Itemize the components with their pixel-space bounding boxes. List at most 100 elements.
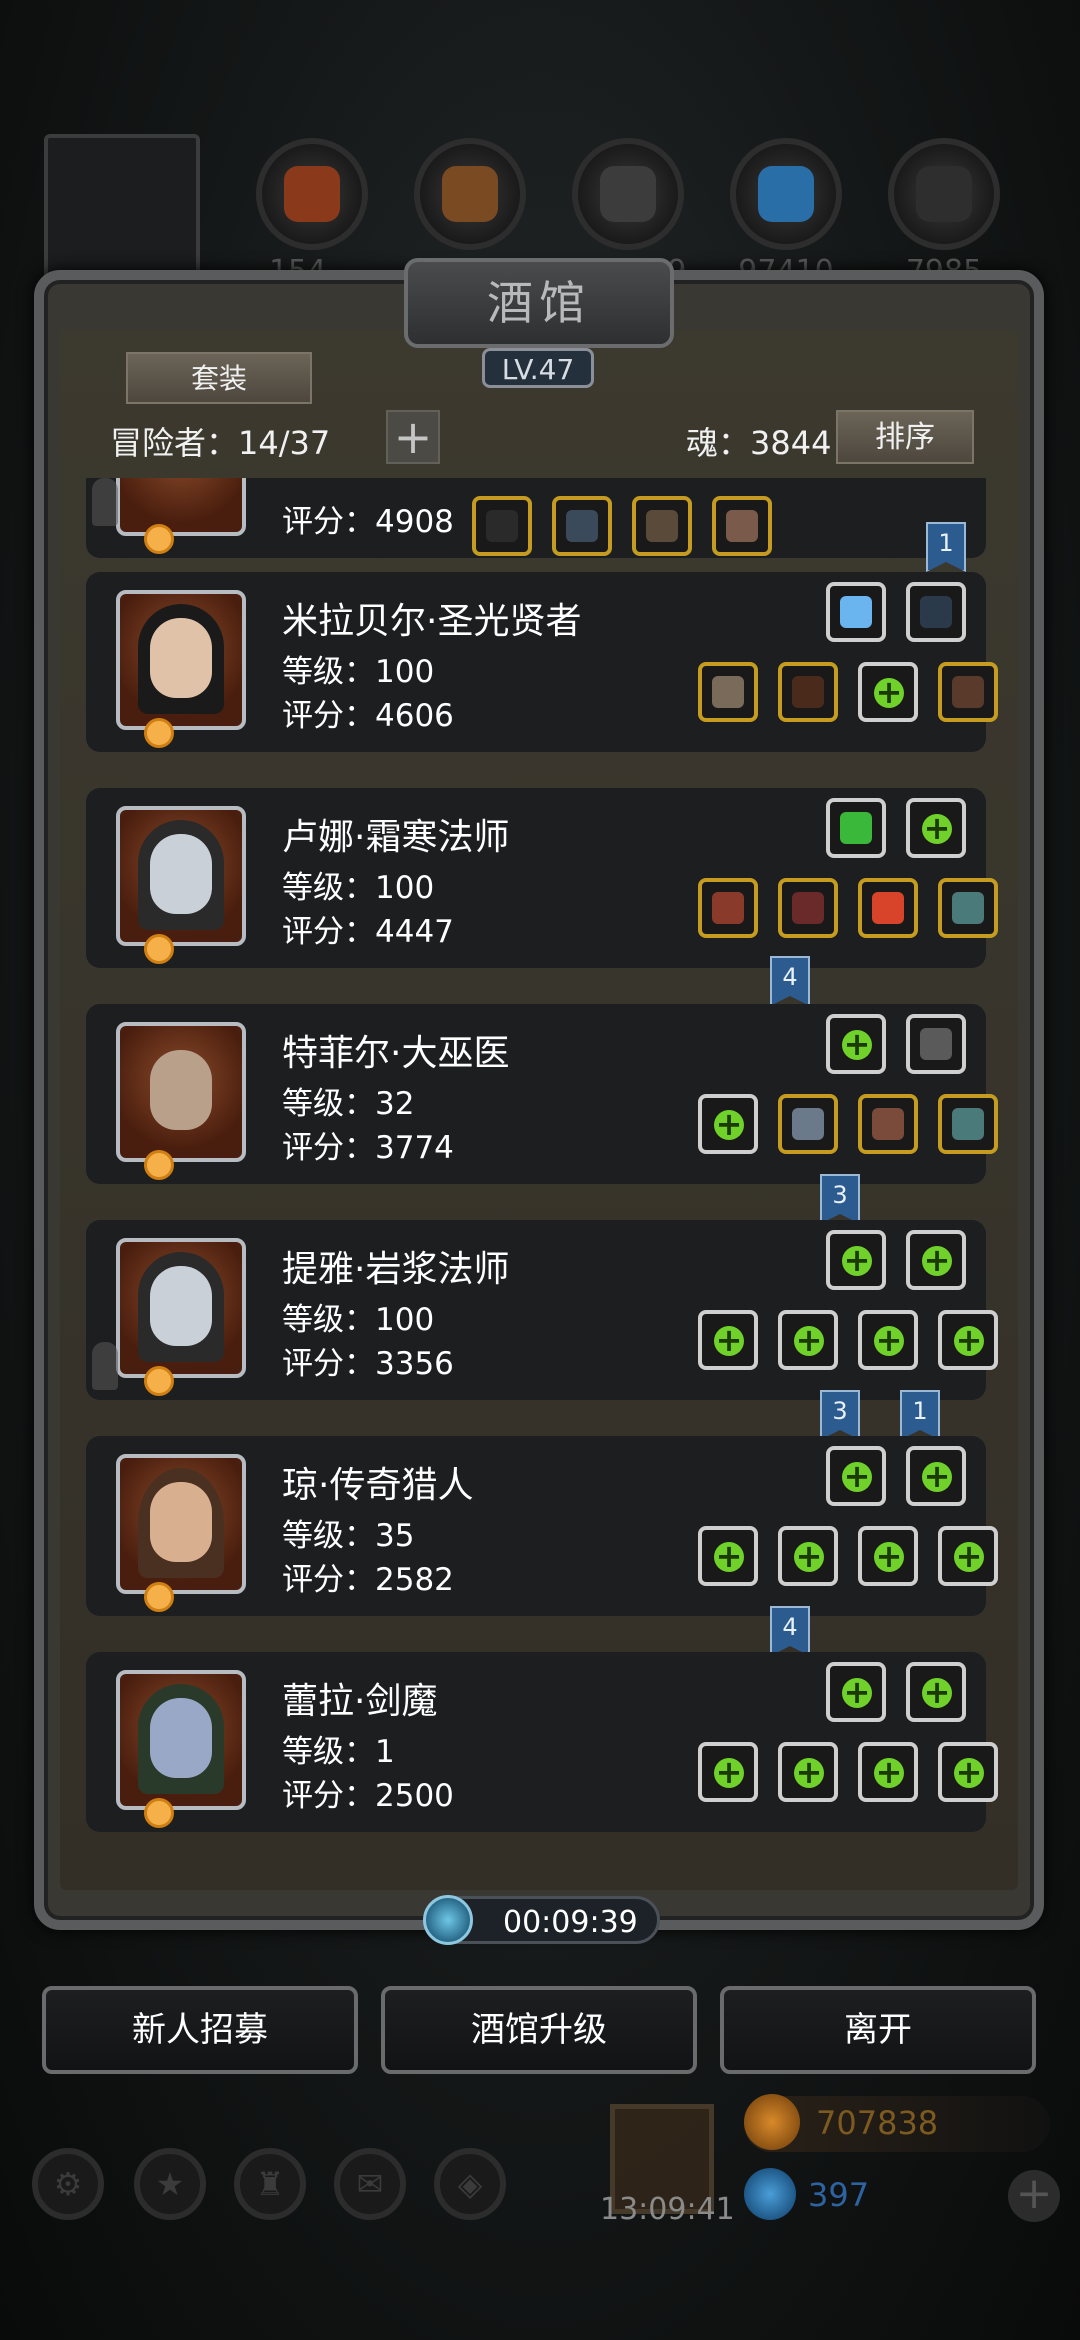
hero-name: 提雅·岩浆法师 [282,1249,510,1290]
equip-slot-empty[interactable]: + [858,1742,918,1802]
hero-card[interactable]: 特菲尔·大巫医 等级：32 评分：3774 + + [86,1004,998,1184]
equip-slot[interactable] [858,878,918,938]
equip-slot[interactable] [778,1094,838,1154]
skill-slot[interactable] [826,798,886,858]
running-figure-icon [92,1342,118,1390]
upgrade-tavern-button[interactable]: 酒馆升级 [381,1986,697,2074]
gift-timer: 13:09:41 [600,2192,735,2227]
leave-button[interactable]: 离开 [720,1986,1036,2074]
star-icon[interactable]: ★ [134,2148,206,2220]
equip-slot-empty[interactable]: + [938,1742,998,1802]
hero-level: 等级：100 [282,870,435,906]
equip-slot-empty[interactable]: + [698,1526,758,1586]
hero-card[interactable]: 米拉贝尔·圣光贤者 等级：100 评分：4606 + [86,572,998,752]
hero-rank-badge [144,1798,174,1828]
hero-score: 评分：3774 [282,1130,454,1166]
equip-slot-empty[interactable]: + [698,1310,758,1370]
equip-slot-empty[interactable]: + [938,1526,998,1586]
gold-amount: 707838 [816,2104,939,2142]
equip-slot-empty[interactable]: + [858,1310,918,1370]
equip-slot[interactable] [858,1094,918,1154]
skill-slot[interactable] [906,1014,966,1074]
hero-card-partial[interactable]: 评分：4908 [86,478,986,558]
equip-slot[interactable] [472,496,532,556]
skill-slot-empty[interactable]: + [826,1014,886,1074]
hero-level: 等级：100 [282,1302,435,1338]
skill-slot-empty[interactable]: + [906,798,966,858]
add-currency-button[interactable]: + [1008,2170,1060,2222]
hero-rank-badge [144,1150,174,1180]
hero-score: 评分：2582 [282,1562,454,1598]
equip-slot[interactable] [552,496,612,556]
tavern-level-badge: LV.47 [482,348,594,388]
timer-text: 00:09:39 [503,1905,638,1940]
hero-card[interactable]: 提雅·岩浆法师 等级：100 评分：3356 + + + + + + [86,1220,998,1400]
equip-slot-empty[interactable]: + [778,1526,838,1586]
skill-slot-empty[interactable]: + [826,1662,886,1722]
equip-slot[interactable] [632,496,692,556]
equip-slot[interactable] [938,662,998,722]
clock-icon [423,1895,473,1945]
hero-portrait [116,1238,246,1378]
skill-slot[interactable] [906,582,966,642]
wood-resource-icon [414,138,526,250]
skill-slot-empty[interactable]: + [906,1230,966,1290]
equip-count-flag: 4 [770,1606,810,1656]
hero-score: 评分：4447 [282,914,454,950]
equip-slot[interactable] [712,496,772,556]
equip-slot-empty[interactable]: + [698,1094,758,1154]
hero-level: 等级：1 [282,1734,395,1770]
equip-slot-empty[interactable]: + [858,662,918,722]
equip-slot-empty[interactable]: + [858,1526,918,1586]
castle-icon[interactable]: ♜ [234,2148,306,2220]
outfit-button[interactable]: 套装 [126,352,312,404]
skill-slot-empty[interactable]: + [906,1446,966,1506]
equip-slot[interactable] [938,1094,998,1154]
hero-level: 等级：100 [282,654,435,690]
skill-slot[interactable] [826,582,886,642]
hero-card[interactable]: 卢娜·霜寒法师 等级：100 评分：4447 + [86,788,998,968]
mail-icon[interactable]: ✉ [334,2148,406,2220]
equip-slot[interactable] [778,662,838,722]
hero-name: 卢娜·霜寒法师 [282,817,510,858]
hero-card[interactable]: 蕾拉·剑魔 等级：1 评分：2500 + + + + + + [86,1652,998,1832]
skill-slot-empty[interactable]: + [826,1230,886,1290]
hero-portrait [116,806,246,946]
hero-rank-badge [144,718,174,748]
hero-level: 等级：35 [282,1518,415,1554]
hero-rank-badge [144,934,174,964]
hero-name: 琼·传奇猎人 [282,1465,474,1506]
equip-slot[interactable] [778,878,838,938]
hero-list[interactable]: 评分：4908 1 米拉贝尔·圣光贤者 等级：100 评分：4606 + 卢娜·… [34,478,1044,1858]
sort-button[interactable]: 排序 [836,410,974,464]
hero-rank-badge [144,1366,174,1396]
equip-count-flag: 3 [820,1390,860,1440]
ore-resource-icon [572,138,684,250]
hero-portrait [116,478,246,536]
equip-count-flag: 1 [900,1390,940,1440]
skill-slot-empty[interactable]: + [826,1446,886,1506]
hero-score: 评分：4606 [282,698,454,734]
recruit-button[interactable]: 新人招募 [42,1986,358,2074]
hero-card[interactable]: 琼·传奇猎人 等级：35 评分：2582 + + + + + + [86,1436,998,1616]
equip-slot[interactable] [938,878,998,938]
hero-portrait [116,1454,246,1594]
equip-slot[interactable] [698,662,758,722]
equip-slot-empty[interactable]: + [778,1310,838,1370]
hero-portrait [116,1670,246,1810]
iron-resource-icon [888,138,1000,250]
add-adventurer-button[interactable]: + [386,410,440,464]
title-plate: 酒馆 [404,258,674,348]
gem-amount: 397 [808,2176,870,2214]
skill-slot-empty[interactable]: + [906,1662,966,1722]
hero-score: 评分：2500 [282,1778,454,1814]
settings-icon[interactable]: ⚙ [32,2148,104,2220]
equip-slot-empty[interactable]: + [698,1742,758,1802]
equip-slot[interactable] [698,878,758,938]
shield-icon[interactable]: ◈ [434,2148,506,2220]
equip-slot-empty[interactable]: + [938,1310,998,1370]
equip-slot-empty[interactable]: + [778,1742,838,1802]
hero-avatar-frame[interactable] [44,134,200,284]
adventurer-count: 冒险者：14/37 [110,424,331,462]
crystal-resource-icon [730,138,842,250]
